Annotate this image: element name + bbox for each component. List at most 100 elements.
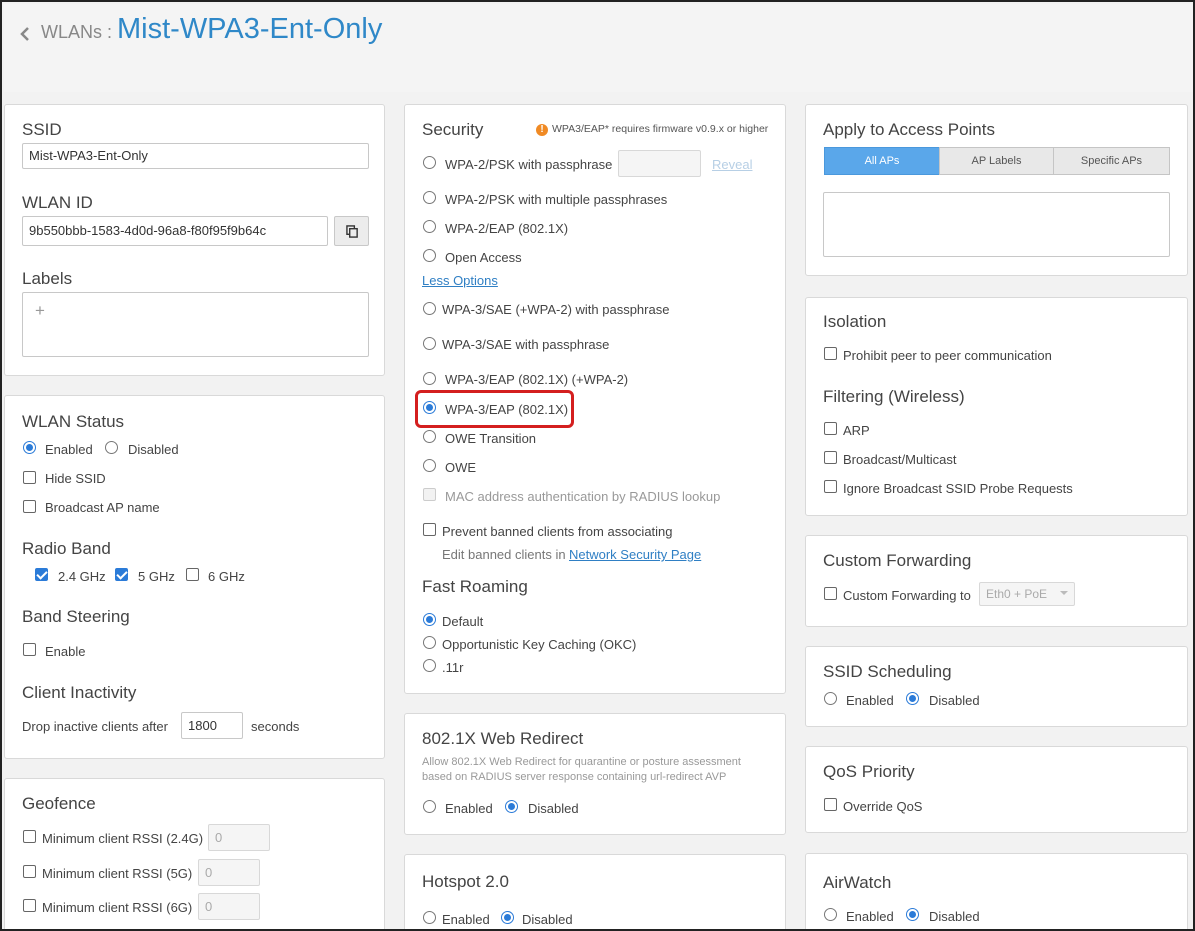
geofence-card: Geofence Minimum client RSSI (2.4G) 0 Mi…: [4, 778, 385, 929]
ap-labels-button[interactable]: AP Labels: [939, 147, 1054, 175]
wpa2-psk-multi-radio[interactable]: [423, 191, 436, 204]
wlan-id-label: WLAN ID: [22, 193, 93, 212]
airwatch-disabled-radio[interactable]: [906, 908, 919, 921]
roam-11r-label: .11r: [442, 660, 464, 675]
wlan-status-disabled-label: Disabled: [128, 442, 179, 457]
arp-label: ARP: [843, 423, 870, 438]
rssi-24-value: 0: [215, 830, 223, 845]
broadcast-multicast-label: Broadcast/Multicast: [843, 452, 957, 467]
mac-auth-checkbox[interactable]: [423, 488, 436, 501]
band-6-checkbox[interactable]: [186, 568, 199, 581]
wlan-status-enabled-label: Enabled: [45, 442, 93, 457]
rssi-6-value: 0: [205, 899, 213, 914]
radio-band-title: Radio Band: [22, 539, 111, 558]
hotspot-enabled-radio[interactable]: [423, 911, 436, 924]
qos-title: QoS Priority: [823, 762, 915, 781]
roam-11r-radio[interactable]: [423, 659, 436, 672]
wlan-status-card: WLAN Status Enabled Disabled Hide SSID B…: [4, 395, 385, 759]
network-security-page-link[interactable]: Network Security Page: [569, 547, 701, 562]
less-options-link[interactable]: Less Options: [422, 273, 498, 288]
rssi-24-label: Minimum client RSSI (2.4G): [42, 831, 204, 846]
hide-ssid-label: Hide SSID: [45, 471, 106, 486]
broadcast-ap-name-label: Broadcast AP name: [45, 500, 160, 515]
passphrase-input[interactable]: [618, 150, 701, 177]
arp-checkbox[interactable]: [824, 422, 837, 435]
web-redirect-disabled-radio[interactable]: [505, 800, 518, 813]
web-redirect-desc-2: based on RADIUS server response containi…: [422, 771, 727, 783]
override-qos-checkbox[interactable]: [824, 798, 837, 811]
inactivity-seconds-value: 1800: [188, 718, 217, 733]
breadcrumb-wlans[interactable]: WLANs :: [41, 22, 112, 43]
rssi-5-label: Minimum client RSSI (5G): [42, 866, 193, 881]
band-24-checkbox[interactable]: [35, 568, 48, 581]
band-5-checkbox[interactable]: [115, 568, 128, 581]
filtering-title: Filtering (Wireless): [823, 387, 965, 406]
roam-okc-radio[interactable]: [423, 636, 436, 649]
wpa2-eap-radio[interactable]: [423, 220, 436, 233]
wpa3-eap-wpa2-radio[interactable]: [423, 372, 436, 385]
wpa3-eap-radio[interactable]: [423, 401, 436, 414]
wlan-status-enabled-radio[interactable]: [23, 441, 36, 454]
reveal-link[interactable]: Reveal: [712, 157, 752, 172]
broadcast-ap-name-checkbox[interactable]: [23, 500, 36, 513]
rssi-6-checkbox[interactable]: [23, 899, 36, 912]
rssi-24-input[interactable]: 0: [208, 824, 270, 851]
security-firmware-warning: WPA3/EAP* requires firmware v0.9.x or hi…: [552, 123, 769, 135]
geofence-title: Geofence: [22, 794, 96, 813]
ssid-scheduling-card: SSID Scheduling Enabled Disabled: [805, 646, 1188, 727]
airwatch-enabled-label: Enabled: [846, 909, 894, 924]
add-label-icon[interactable]: +: [35, 301, 45, 321]
airwatch-enabled-radio[interactable]: [824, 908, 837, 921]
drop-inactive-prefix: Drop inactive clients after: [22, 719, 168, 734]
custom-forwarding-checkbox[interactable]: [824, 587, 837, 600]
wpa3-sae-wpa2-radio[interactable]: [423, 302, 436, 315]
owe-transition-radio[interactable]: [423, 430, 436, 443]
ap-selection-box[interactable]: [823, 192, 1170, 257]
broadcast-multicast-checkbox[interactable]: [824, 451, 837, 464]
airwatch-title: AirWatch: [823, 873, 892, 892]
open-access-label: Open Access: [445, 250, 522, 265]
rssi-6-input[interactable]: 0: [198, 893, 260, 920]
band-steering-title: Band Steering: [22, 607, 130, 626]
wpa2-psk-multi-label: WPA-2/PSK with multiple passphrases: [445, 192, 668, 207]
rssi-5-checkbox[interactable]: [23, 865, 36, 878]
labels-box[interactable]: +: [22, 292, 369, 357]
screenshot-frame: WLANs : Mist-WPA3-Ent-Only SSID Mist-WPA…: [0, 0, 1195, 931]
wpa3-eap-wpa2-label: WPA-3/EAP (802.1X) (+WPA-2): [445, 372, 629, 387]
ssid-input[interactable]: Mist-WPA3-Ent-Only: [22, 143, 369, 169]
scheduling-disabled-radio[interactable]: [906, 692, 919, 705]
hotspot-disabled-label: Disabled: [522, 912, 573, 927]
wlan-status-disabled-radio[interactable]: [105, 441, 118, 454]
open-access-radio[interactable]: [423, 249, 436, 262]
band-24-label: 2.4 GHz: [58, 569, 106, 584]
band-steering-checkbox[interactable]: [23, 643, 36, 656]
forwarding-select-value: Eth0 + PoE: [986, 587, 1048, 601]
ignore-probe-checkbox[interactable]: [824, 480, 837, 493]
hotspot-disabled-radio[interactable]: [501, 911, 514, 924]
specific-aps-button[interactable]: Specific APs: [1053, 147, 1170, 175]
rssi-24-checkbox[interactable]: [23, 830, 36, 843]
web-redirect-card: 802.1X Web Redirect Allow 802.1X Web Red…: [404, 713, 786, 835]
wlan-status-title: WLAN Status: [22, 412, 125, 431]
rssi-5-input[interactable]: 0: [198, 859, 260, 886]
wlan-id-field[interactable]: 9b550bbb-1583-4d0d-96a8-f80f95f9b64c: [22, 216, 328, 246]
hotspot-enabled-label: Enabled: [442, 912, 490, 927]
web-redirect-enabled-radio[interactable]: [423, 800, 436, 813]
roam-default-radio[interactable]: [423, 613, 436, 626]
wpa2-psk-radio[interactable]: [423, 156, 436, 169]
all-aps-button[interactable]: All APs: [824, 147, 940, 175]
prevent-banned-checkbox[interactable]: [423, 523, 436, 536]
chevron-left-icon[interactable]: [18, 26, 32, 42]
hide-ssid-checkbox[interactable]: [23, 471, 36, 484]
forwarding-select[interactable]: Eth0 + PoE: [979, 582, 1075, 606]
inactivity-seconds-input[interactable]: 1800: [181, 712, 243, 739]
override-qos-label: Override QoS: [843, 799, 923, 814]
edit-banned-prefix: Edit banned clients in: [442, 547, 566, 562]
wpa3-sae-radio[interactable]: [423, 337, 436, 350]
scheduling-enabled-radio[interactable]: [824, 692, 837, 705]
ignore-probe-label: Ignore Broadcast SSID Probe Requests: [843, 481, 1073, 496]
prohibit-p2p-checkbox[interactable]: [824, 347, 837, 360]
copy-button[interactable]: [334, 216, 369, 246]
wpa3-sae-wpa2-label: WPA-3/SAE (+WPA-2) with passphrase: [442, 302, 670, 317]
owe-radio[interactable]: [423, 459, 436, 472]
